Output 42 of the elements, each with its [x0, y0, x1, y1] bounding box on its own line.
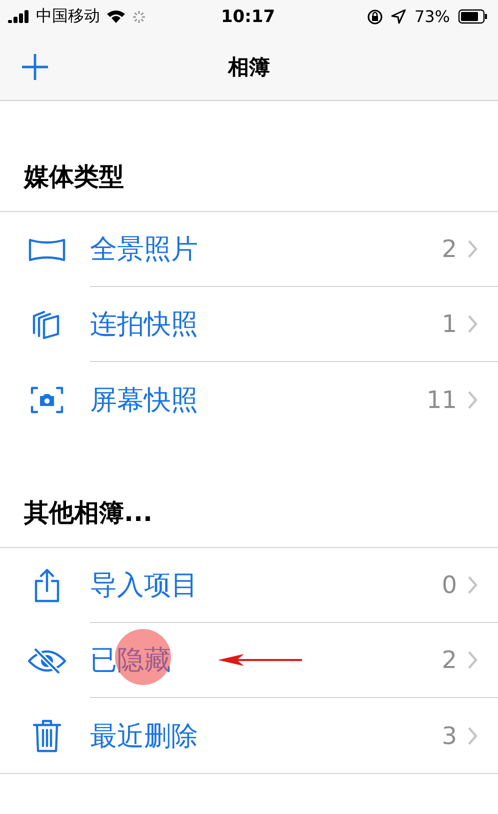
status-time: 10:17: [220, 6, 276, 26]
rotation-lock-icon: [367, 8, 384, 24]
album-row[interactable]: 已隐藏 2: [0, 623, 498, 698]
album-row[interactable]: 连拍快照 1: [0, 287, 498, 362]
chevron-icon: [467, 650, 478, 670]
panorama-icon: [27, 236, 67, 262]
album-name: 已隐藏: [90, 644, 171, 678]
album-name: 全景照片: [90, 233, 198, 267]
album-name: 导入项目: [90, 569, 198, 603]
chevron-icon: [467, 390, 478, 410]
screenshot-icon: [30, 384, 64, 414]
trash-icon: [32, 718, 62, 754]
carrier-name: 中国移动: [36, 6, 100, 27]
chevron-icon: [467, 726, 478, 746]
chevron-icon: [467, 239, 478, 259]
item-count: 0: [442, 571, 457, 599]
album-name: 连拍快照: [90, 308, 198, 342]
item-count: 2: [442, 646, 457, 674]
album-row[interactable]: 屏幕快照 11: [0, 362, 498, 437]
crossed-eye-icon: [27, 646, 67, 676]
album-row[interactable]: 全景照片 2: [0, 212, 498, 287]
location-arrow-icon: [391, 9, 406, 24]
section-heading: 媒体类型: [24, 161, 124, 193]
section-heading: 其他相簿...: [24, 497, 152, 529]
signal-icon: [8, 10, 30, 23]
loading-icon: [132, 10, 146, 24]
nav-title: 相簿: [228, 54, 270, 80]
item-count: 11: [426, 386, 457, 414]
album-name: 屏幕快照: [90, 384, 198, 418]
chevron-icon: [467, 575, 478, 595]
item-count: 3: [442, 722, 457, 750]
item-count: 2: [442, 235, 457, 263]
album-row[interactable]: 导入项目 0: [0, 548, 498, 623]
battery-percentage: 73%: [414, 7, 450, 26]
chevron-icon: [467, 314, 478, 334]
album-row[interactable]: 最近删除 3: [0, 698, 498, 774]
share-icon: [33, 568, 61, 604]
battery-icon: [458, 9, 488, 24]
wifi-icon: [106, 9, 126, 24]
add-button[interactable]: [20, 52, 50, 82]
item-count: 1: [442, 310, 457, 338]
album-name: 最近删除: [90, 720, 198, 754]
